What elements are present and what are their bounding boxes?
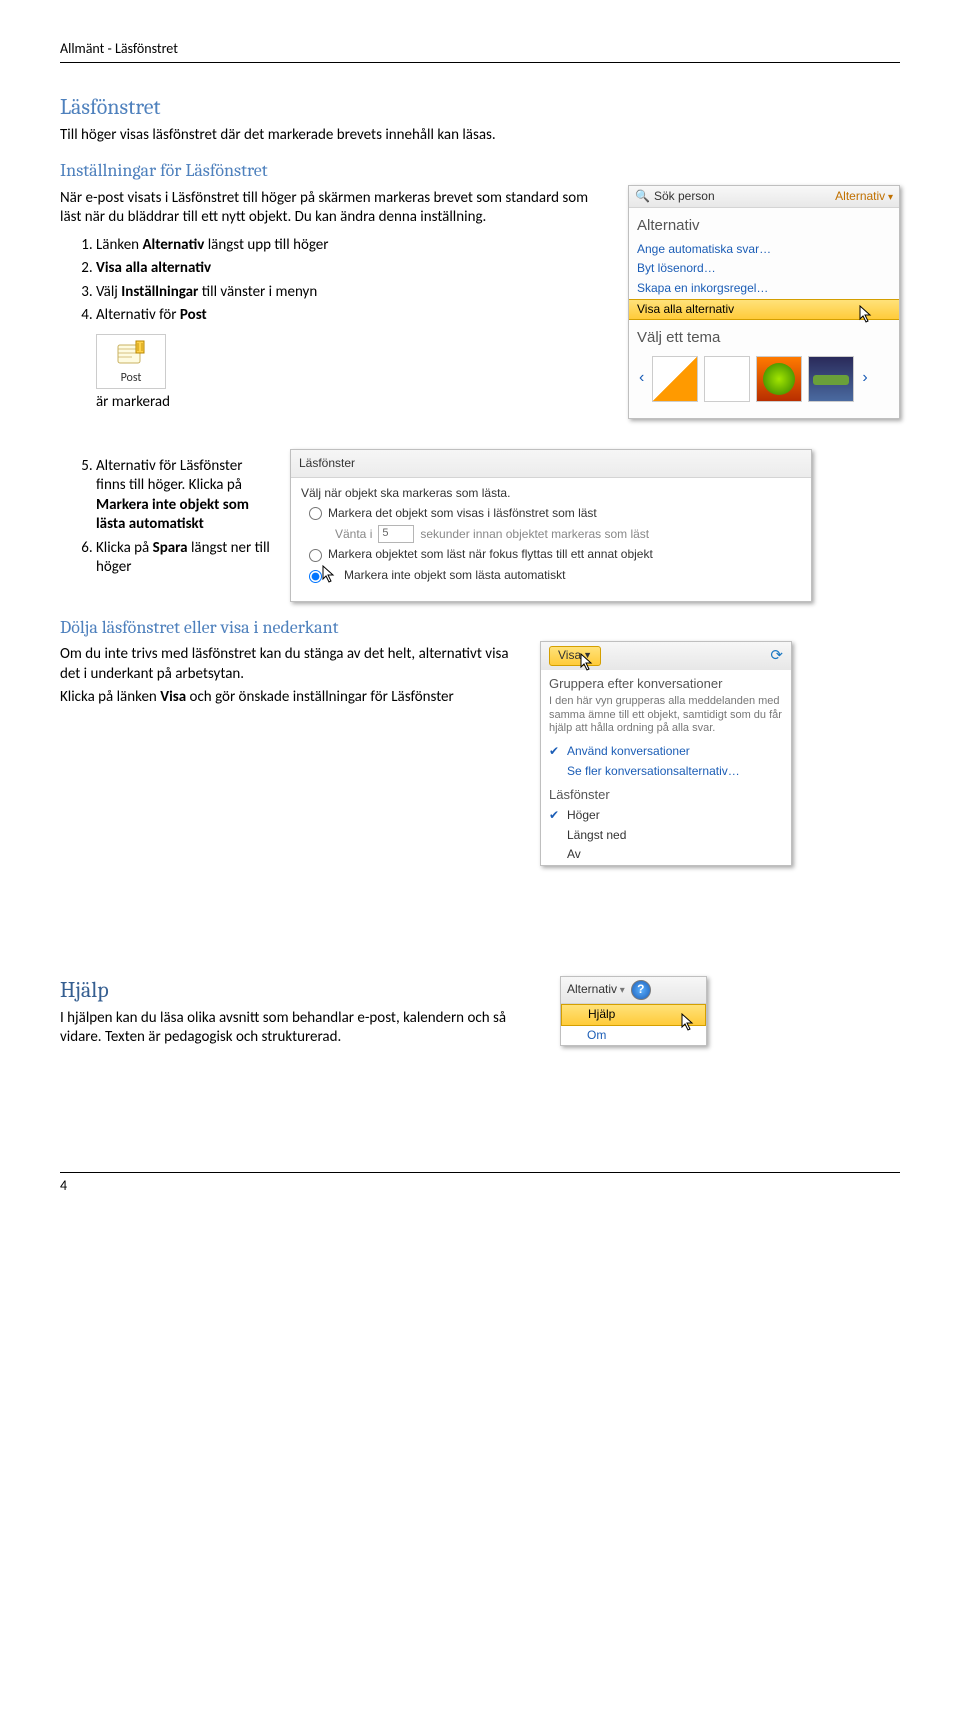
theme-swatch-1[interactable] <box>652 356 698 402</box>
wait-label-b: sekunder innan objektet markeras som läs… <box>420 527 649 543</box>
theme-swatch-3[interactable] <box>756 356 802 402</box>
wait-label-a: Vänta i <box>335 527 372 543</box>
check-icon: ✔ <box>549 744 561 760</box>
show-all-options-item[interactable]: Visa alla alternativ <box>629 299 899 321</box>
group-desc: I den här vyn grupperas alla meddelanden… <box>541 695 791 742</box>
wait-seconds-input[interactable]: 5 <box>378 525 414 543</box>
step-6: Klicka på Spara längst ner till höger <box>96 539 270 578</box>
section3-p1: Om du inte trivs med läsfönstret kan du … <box>60 645 520 684</box>
screenshot-alternativ-panel: 🔍 Sök person Alternativ Alternativ Ange … <box>628 185 900 419</box>
group-title: Gruppera efter konversationer <box>541 670 791 695</box>
post-icon: Post <box>96 334 166 390</box>
page-header: Allmänt - Läsfönstret <box>60 40 900 63</box>
section-title-hjalp: Hjälp <box>60 976 540 1005</box>
step-2: Visa alla alternativ <box>96 259 608 279</box>
radio-mark-shown-label: Markera det objekt som visas i läsfönstr… <box>328 506 597 522</box>
section-title-lasfonstret: Läsfönstret <box>60 93 900 122</box>
radio-mark-shown[interactable] <box>309 507 322 520</box>
screenshot-visa-menu: Visa▼ ⟳ Gruppera efter konversationer I … <box>540 641 792 866</box>
cursor-icon <box>580 653 596 673</box>
auto-reply-link[interactable]: Ange automatiska svar… <box>629 240 899 260</box>
cursor-icon <box>859 305 875 325</box>
search-icon: 🔍 <box>635 189 650 205</box>
lasfonster-section: Läsfönster <box>541 781 791 806</box>
radio-mark-focus-label: Markera objektet som läst när fokus flyt… <box>328 547 653 563</box>
langst-ned-item[interactable]: Längst ned <box>541 826 791 846</box>
search-person[interactable]: 🔍 Sök person <box>635 189 715 205</box>
theme-swatch-2[interactable] <box>704 356 750 402</box>
steps-list-2: Alternativ för Läsfönster finns till hög… <box>96 457 270 578</box>
radio-mark-focus[interactable] <box>309 549 322 562</box>
screenshot-hjalp-menu: Alternativ ? Hjälp Om <box>560 976 707 1046</box>
step-3: Välj Inställningar till vänster i menyn <box>96 283 608 303</box>
alternativ-title: Alternativ <box>629 214 899 240</box>
cursor-icon <box>681 1013 697 1033</box>
check-icon: ✔ <box>549 808 561 824</box>
alternativ-link[interactable]: Alternativ <box>835 189 893 205</box>
more-conv-options-item[interactable]: Se fler konversationsalternativ… <box>541 762 791 782</box>
change-password-link[interactable]: Byt lösenord… <box>629 259 899 279</box>
lasfonster-heading: Läsfönster <box>291 450 811 479</box>
use-conversations-item[interactable]: ✔ Använd konversationer <box>541 742 791 762</box>
hoger-item[interactable]: ✔ Höger <box>541 806 791 826</box>
section-title-dolja: Dölja läsfönstret eller visa i nederkant <box>60 616 900 639</box>
theme-next-arrow[interactable]: › <box>860 368 869 389</box>
steps-list: Länken Alternativ längst upp till höger … <box>96 236 608 326</box>
section1-intro: Till höger visas läsfönstret där det mar… <box>60 126 900 146</box>
page-footer: 4 <box>60 1172 900 1195</box>
refresh-icon[interactable]: ⟳ <box>770 646 783 666</box>
radio-no-auto-mark[interactable] <box>309 570 322 583</box>
radio-no-auto-mark-label: Markera inte objekt som lästa automatisk… <box>344 568 565 584</box>
step-4: Alternativ för Post <box>96 306 608 326</box>
choose-when-text: Välj när objekt ska markeras som lästa. <box>301 486 801 502</box>
marked-text: är markerad <box>96 393 608 413</box>
section3-p2: Klicka på länken Visa och gör önskade in… <box>60 688 520 708</box>
av-item[interactable]: Av <box>541 845 791 865</box>
step-1: Länken Alternativ längst upp till höger <box>96 236 608 256</box>
section2-intro: När e-post visats i Läsfönstret till hög… <box>60 189 608 228</box>
theme-prev-arrow[interactable]: ‹ <box>637 368 646 389</box>
theme-swatch-4[interactable] <box>808 356 854 402</box>
hjalp-item[interactable]: Hjälp <box>561 1004 706 1026</box>
section-title-installningar: Inställningar för Läsfönstret <box>60 159 900 182</box>
step-5: Alternativ för Läsfönster finns till hög… <box>96 457 270 535</box>
screenshot-lasfonster-settings: Läsfönster Välj när objekt ska markeras … <box>290 449 812 602</box>
cursor-icon <box>322 565 338 585</box>
post-icon-label: Post <box>121 371 142 387</box>
visa-button[interactable]: Visa▼ <box>549 646 601 666</box>
help-text: I hjälpen kan du läsa olika avsnitt som … <box>60 1009 540 1048</box>
inbox-rule-link[interactable]: Skapa en inkorgsregel… <box>629 279 899 299</box>
help-icon[interactable]: ? <box>631 980 651 1000</box>
alternativ-label[interactable]: Alternativ <box>567 982 625 998</box>
